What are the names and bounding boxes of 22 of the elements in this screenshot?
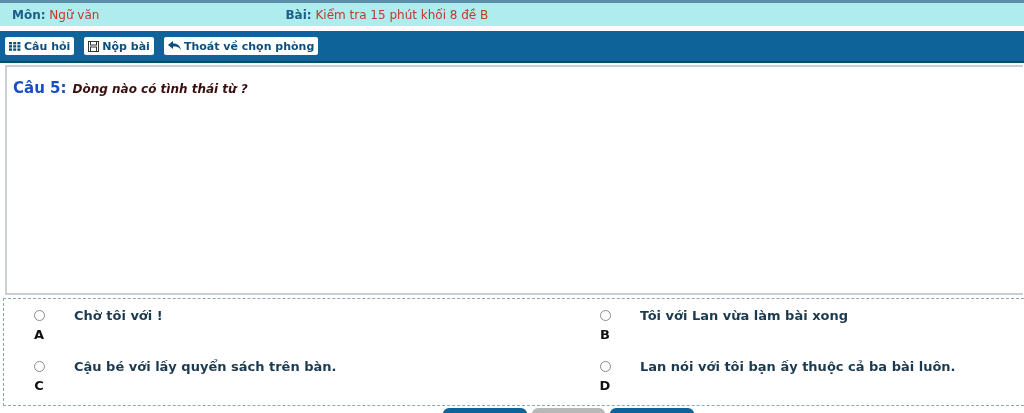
radio-button[interactable] [599,360,611,372]
toolbar-button[interactable]: Nộp bài [84,37,154,55]
radio-button[interactable] [33,310,45,321]
answer-option[interactable]: Chờ tôi với ! [74,308,163,323]
test-label: Bài: Kiểm tra 15 phút khối 8 đề B [285,7,489,22]
answer-option[interactable]: Tôi với Lan vừa làm bài xong [640,308,849,323]
option-letter: A [33,327,45,342]
answer-option[interactable]: Lan nói với tôi bạn ấy thuộc cả ba bài luôn. [640,358,956,374]
question-number: Câu 5: [13,79,67,97]
grid-icon [9,41,21,51]
radio-button[interactable] [599,310,611,321]
answer-option[interactable]: Cậu bé với lấy quyển sách trên bàn. [74,358,337,374]
reply-arrow-icon [167,41,181,51]
option-letter: B [600,327,610,342]
subject-label: Môn: Ngữ văn [12,7,100,22]
option-letter: C [34,377,44,393]
toolbar-button[interactable]: Thoát về chọn phòng [163,37,319,55]
question-text: Dòng nào có tình thái từ ? [72,82,248,96]
toolbar-button[interactable]: Câu hỏi [5,37,75,55]
save-icon [88,40,100,52]
option-letter: D [599,377,611,393]
radio-button[interactable] [33,360,45,372]
